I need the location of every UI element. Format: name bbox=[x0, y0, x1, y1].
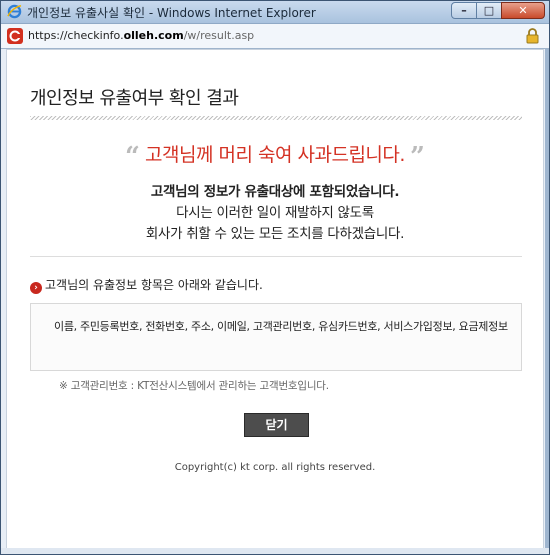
site-icon bbox=[7, 28, 23, 44]
section-heading-text: 고객님의 유출정보 항목은 아래와 같습니다. bbox=[45, 278, 263, 292]
section-heading: › 고객님의 유출정보 항목은 아래와 같습니다. bbox=[30, 276, 263, 294]
address-bar[interactable]: https://checkinfo.olleh.com/w/result.asp bbox=[1, 24, 549, 49]
apology-text: 고객님께 머리 숙여 사과드립니다. bbox=[145, 144, 405, 166]
scrollbar-edge bbox=[545, 49, 549, 549]
close-quote-icon: ” bbox=[410, 142, 425, 172]
url-text[interactable]: https://checkinfo.olleh.com/w/result.asp bbox=[28, 29, 254, 42]
leaked-items-text: 이름, 주민등록번호, 전화번호, 주소, 이메일, 고객관리번호, 유심카드번… bbox=[54, 320, 508, 333]
maximize-button[interactable]: □ bbox=[476, 2, 502, 19]
close-window-button[interactable]: ✕ bbox=[501, 2, 545, 19]
copyright: Copyright(c) kt corp. all rights reserve… bbox=[174, 462, 376, 473]
url-domain: olleh.com bbox=[123, 29, 184, 42]
message-line-3: 회사가 취할 수 있는 모든 조치를 다하겠습니다. bbox=[145, 226, 405, 242]
message-line-2: 다시는 이러한 일이 재발하지 않도록 bbox=[176, 205, 374, 221]
minimize-button[interactable]: – bbox=[451, 2, 477, 19]
leaked-items-box: 이름, 주민등록번호, 전화번호, 주소, 이메일, 고객관리번호, 유심카드번… bbox=[30, 303, 522, 371]
customer-number-note: ※ 고객관리번호 : KT전산시스템에서 관리하는 고객번호입니다. bbox=[59, 380, 329, 392]
apology-heading: “ 고객님께 머리 숙여 사과드립니다. ” bbox=[7, 140, 543, 172]
minimize-icon: – bbox=[461, 4, 467, 17]
title-bar: 개인정보 유출사실 확인 - Windows Internet Explorer… bbox=[1, 1, 549, 24]
arrow-bullet-icon: › bbox=[30, 282, 42, 294]
url-prefix: https://checkinfo. bbox=[28, 29, 124, 42]
browser-window: 개인정보 유출사실 확인 - Windows Internet Explorer… bbox=[0, 0, 550, 555]
divider bbox=[30, 256, 522, 257]
url-path: /w/result.asp bbox=[183, 29, 255, 42]
lock-icon[interactable] bbox=[526, 28, 539, 44]
page-title: 개인정보 유출여부 확인 결과 bbox=[30, 88, 239, 109]
maximize-icon: □ bbox=[483, 4, 495, 17]
window-title: 개인정보 유출사실 확인 - Windows Internet Explorer bbox=[27, 6, 316, 20]
close-icon: ✕ bbox=[518, 4, 528, 17]
close-button[interactable]: 닫기 bbox=[244, 413, 309, 437]
open-quote-icon: “ bbox=[124, 142, 140, 172]
page-content: 개인정보 유출여부 확인 결과 “ 고객님께 머리 숙여 사과드립니다. ” 고… bbox=[6, 49, 544, 549]
ie-icon bbox=[7, 4, 22, 19]
status-bar bbox=[1, 548, 549, 554]
window-controls: – □ ✕ bbox=[451, 2, 545, 20]
message-line-1: 고객님의 정보가 유출대상에 포함되었습니다. bbox=[150, 184, 400, 200]
title-underline bbox=[30, 116, 522, 120]
